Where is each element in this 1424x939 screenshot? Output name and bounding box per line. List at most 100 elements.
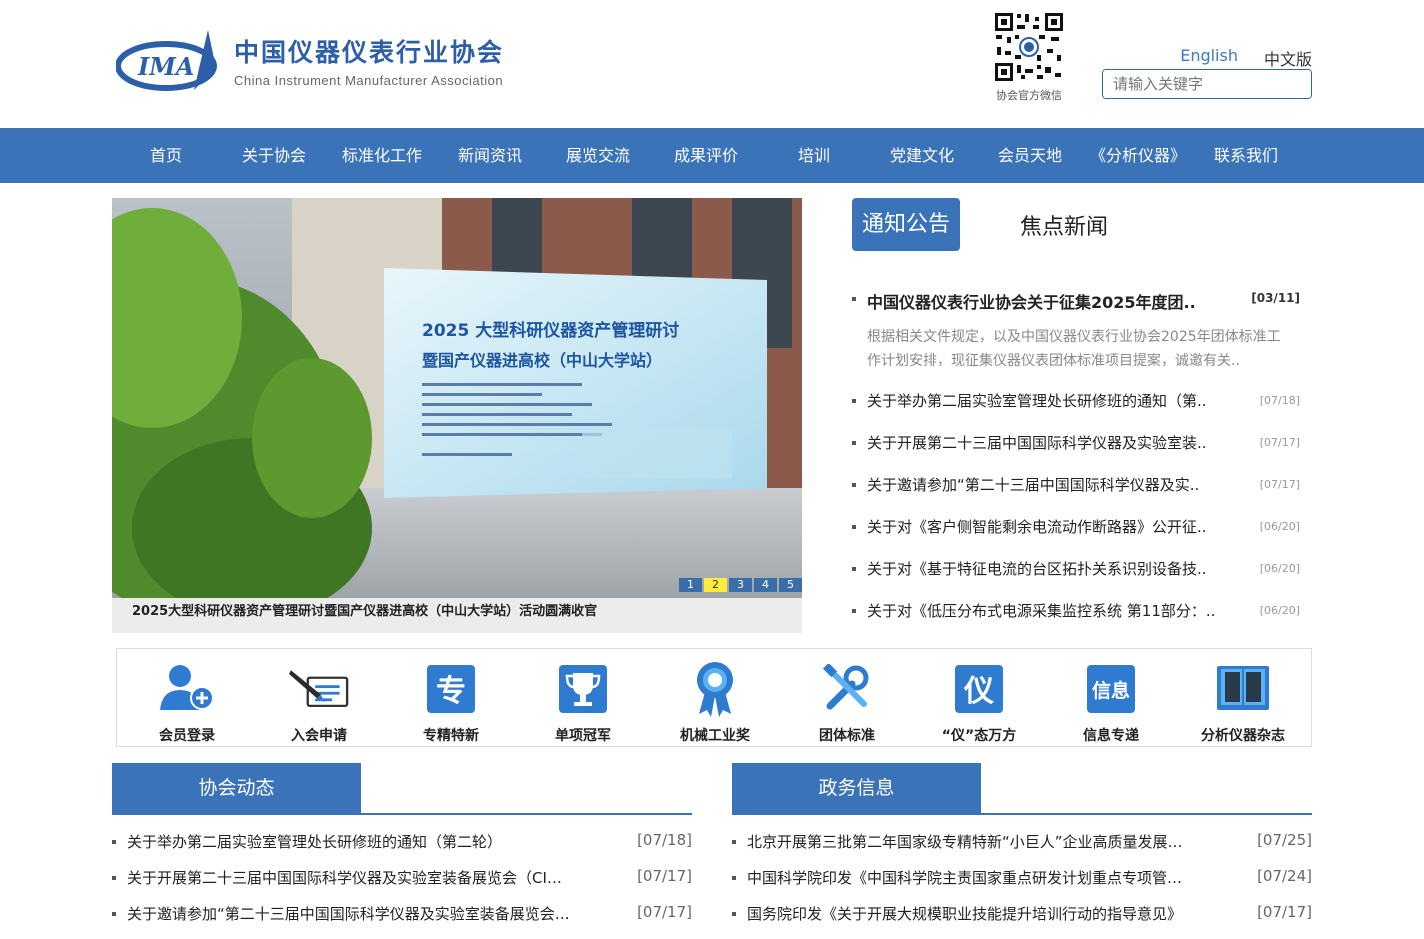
tab-notices[interactable]: 通知公告 [852,198,960,251]
quick-links-bar: 会员登录 入会申请 专 专精特新 单项冠军 机械工业奖 团体标准 仪 “仪”态万 [116,648,1312,747]
trophy-icon [553,659,613,719]
news-title[interactable]: 中国科学院印发《中国科学院主责国家重点研发计划重点专项管… [747,867,1227,888]
list-item[interactable]: 中国科学院印发《中国科学院主责国家重点研发计划重点专项管… [07/24] [732,867,1312,903]
svg-text:信息: 信息 [1092,679,1130,702]
featured-notice[interactable]: 中国仪器仪表行业协会关于征集2025年度团.. [03/11] 根据相关文件规定… [852,289,1312,373]
nav-home[interactable]: 首页 [112,128,220,183]
news-title[interactable]: 关于举办第二届实验室管理处长研修班的通知（第二轮） [127,831,607,852]
quick-link-group-standards[interactable]: 团体标准 [781,649,913,746]
quick-link-label: 机械工业奖 [680,728,750,744]
slider-page-1[interactable]: 1 [679,578,702,592]
search-input[interactable] [1103,70,1311,98]
yi-icon: 仪 [949,659,1009,719]
nav-contact[interactable]: 联系我们 [1192,128,1300,183]
search-box [1102,69,1312,99]
nav-members[interactable]: 会员天地 [976,128,1084,183]
list-item[interactable]: 关于对《基于特征电流的台区拓扑关系识别设备技.. [06/20] [852,555,1312,597]
slider-page-5[interactable]: 5 [779,578,802,592]
bullet-icon [852,567,856,571]
notice-title[interactable]: 关于对《低压分布式电源采集监控系统 第11部分：.. [867,597,1229,625]
bullet-icon [112,840,116,844]
notice-title[interactable]: 关于对《客户侧智能剩余电流动作断路器》公开征.. [867,513,1229,541]
notice-panel: 通知公告 焦点新闻 中国仪器仪表行业协会关于征集2025年度团.. [03/11… [852,198,1312,639]
news-date: [07/18] [637,831,692,849]
slider-page-4[interactable]: 4 [754,578,777,592]
nav-evaluation[interactable]: 成果评价 [652,128,760,183]
nav-standards[interactable]: 标准化工作 [328,128,436,183]
quick-link-info[interactable]: 信息 信息专递 [1045,649,1177,746]
ima-logo-icon: IMA [115,28,224,92]
slider-page-3[interactable]: 3 [729,578,752,592]
nav-analytical-instruments[interactable]: 《分析仪器》 [1084,128,1192,183]
main-nav: 首页 关于协会 标准化工作 新闻资讯 展览交流 成果评价 培训 党建文化 会员天… [0,128,1424,183]
hero-slider[interactable]: 2025 大型科研仪器资产管理研讨 暨国产仪器进高校（中山大学站） 1 2 3 … [112,198,802,633]
notice-title[interactable]: 关于开展第二十三届中国国际科学仪器及实验室装.. [867,429,1229,457]
featured-notice-title[interactable]: 中国仪器仪表行业协会关于征集2025年度团.. [867,289,1237,313]
notice-title[interactable]: 关于对《基于特征电流的台区拓扑关系识别设备技.. [867,555,1229,583]
news-title[interactable]: 国务院印发《关于开展大规模职业技能提升培训行动的指导意见》 [747,903,1227,924]
zhuan-icon: 专 [421,659,481,719]
svg-text:专: 专 [436,674,466,709]
nav-training[interactable]: 培训 [760,128,868,183]
svg-text:仪: 仪 [963,674,994,709]
list-item[interactable]: 国务院印发《关于开展大规模职业技能提升培训行动的指导意见》 [07/17] [732,903,1312,939]
lang-chinese-link[interactable]: 中文版 [1264,46,1312,70]
slide-photo: 2025 大型科研仪器资产管理研讨 暨国产仪器进高校（中山大学站） [112,198,802,598]
section-title[interactable]: 政务信息 [732,763,981,813]
quick-link-champion[interactable]: 单项冠军 [517,649,649,746]
notice-title[interactable]: 关于举办第二届实验室管理处长研修班的通知（第.. [867,387,1229,415]
news-date: [07/24] [1257,867,1312,885]
news-title[interactable]: 北京开展第三批第二年国家级专精特新“小巨人”企业高质量发展… [747,831,1227,852]
quick-link-label: 单项冠军 [555,728,611,744]
slide-caption[interactable]: 2025大型科研仪器资产管理研讨暨国产仪器进高校（中山大学站）活动圆满收官 [112,598,802,633]
list-item[interactable]: 关于举办第二届实验室管理处长研修班的通知（第.. [07/18] [852,387,1312,429]
list-item[interactable]: 北京开展第三批第二年国家级专精特新“小巨人”企业高质量发展… [07/25] [732,831,1312,867]
list-item[interactable]: 关于举办第二届实验室管理处长研修班的通知（第二轮） [07/18] [112,831,692,867]
quick-link-award[interactable]: 机械工业奖 [649,649,781,746]
quick-link-label: 会员登录 [159,728,215,744]
quick-link-apply[interactable]: 入会申请 [253,649,385,746]
notice-date: [06/20] [1259,562,1300,575]
apply-icon [289,659,349,719]
xin-icon: 信息 [1081,659,1141,719]
bullet-icon [732,876,736,880]
qr-caption: 协会官方微信 [996,89,1062,102]
bullet-icon [112,912,116,916]
notice-title[interactable]: 关于邀请参加“第二十三届中国国际科学仪器及实.. [867,471,1229,499]
quick-link-specialized[interactable]: 专 专精特新 [385,649,517,746]
nav-party-culture[interactable]: 党建文化 [868,128,976,183]
news-title[interactable]: 关于开展第二十三届中国国际科学仪器及实验室装备展览会（CI… [127,867,607,888]
news-title[interactable]: 关于邀请参加“第二十三届中国国际科学仪器及实验室装备展览会… [127,903,607,924]
quick-link-magazine[interactable]: 分析仪器杂志 [1177,649,1309,746]
association-news-section: 协会动态 关于举办第二届实验室管理处长研修班的通知（第二轮） [07/18] 关于… [112,763,692,939]
quick-link-yitai[interactable]: 仪 “仪”态万方 [913,649,1045,746]
svg-text:IMA: IMA [137,52,194,81]
nav-about[interactable]: 关于协会 [220,128,328,183]
list-item[interactable]: 关于对《客户侧智能剩余电流动作断路器》公开征.. [06/20] [852,513,1312,555]
list-item[interactable]: 关于对《低压分布式电源采集监控系统 第11部分：.. [06/20] [852,597,1312,639]
nav-exhibition[interactable]: 展览交流 [544,128,652,183]
award-icon [685,659,745,719]
bullet-icon [852,609,856,613]
list-item[interactable]: 关于开展第二十三届中国国际科学仪器及实验室装备展览会（CI… [07/17] [112,867,692,903]
list-item[interactable]: 关于邀请参加“第二十三届中国国际科学仪器及实验室装备展览会… [07/17] [112,903,692,939]
language-switch: English 中文版 [1180,46,1312,70]
svg-text:暨国产仪器进高校（中山大学站）: 暨国产仪器进高校（中山大学站） [422,351,662,370]
tab-focus-news[interactable]: 焦点新闻 [1020,209,1108,241]
list-item[interactable]: 关于开展第二十三届中国国际科学仪器及实验室装.. [07/17] [852,429,1312,471]
svg-text:2025 大型科研仪器资产管理研讨: 2025 大型科研仪器资产管理研讨 [422,320,679,341]
member-login-icon [157,659,217,719]
bullet-icon [732,840,736,844]
lang-english-link[interactable]: English [1180,46,1238,70]
bullet-icon [852,399,856,403]
list-item[interactable]: 关于邀请参加“第二十三届中国国际科学仪器及实.. [07/17] [852,471,1312,513]
nav-news[interactable]: 新闻资讯 [436,128,544,183]
site-logo[interactable]: IMA 中国仪器仪表行业协会 China Instrument Manufact… [115,28,504,92]
logo-english-name: China Instrument Manufacturer Associatio… [234,72,504,88]
news-date: [07/17] [1257,903,1312,921]
quick-link-member-login[interactable]: 会员登录 [121,649,253,746]
notice-date: [06/20] [1259,520,1300,533]
bullet-icon [852,297,856,301]
slider-page-2[interactable]: 2 [704,578,727,592]
section-title[interactable]: 协会动态 [112,763,361,813]
